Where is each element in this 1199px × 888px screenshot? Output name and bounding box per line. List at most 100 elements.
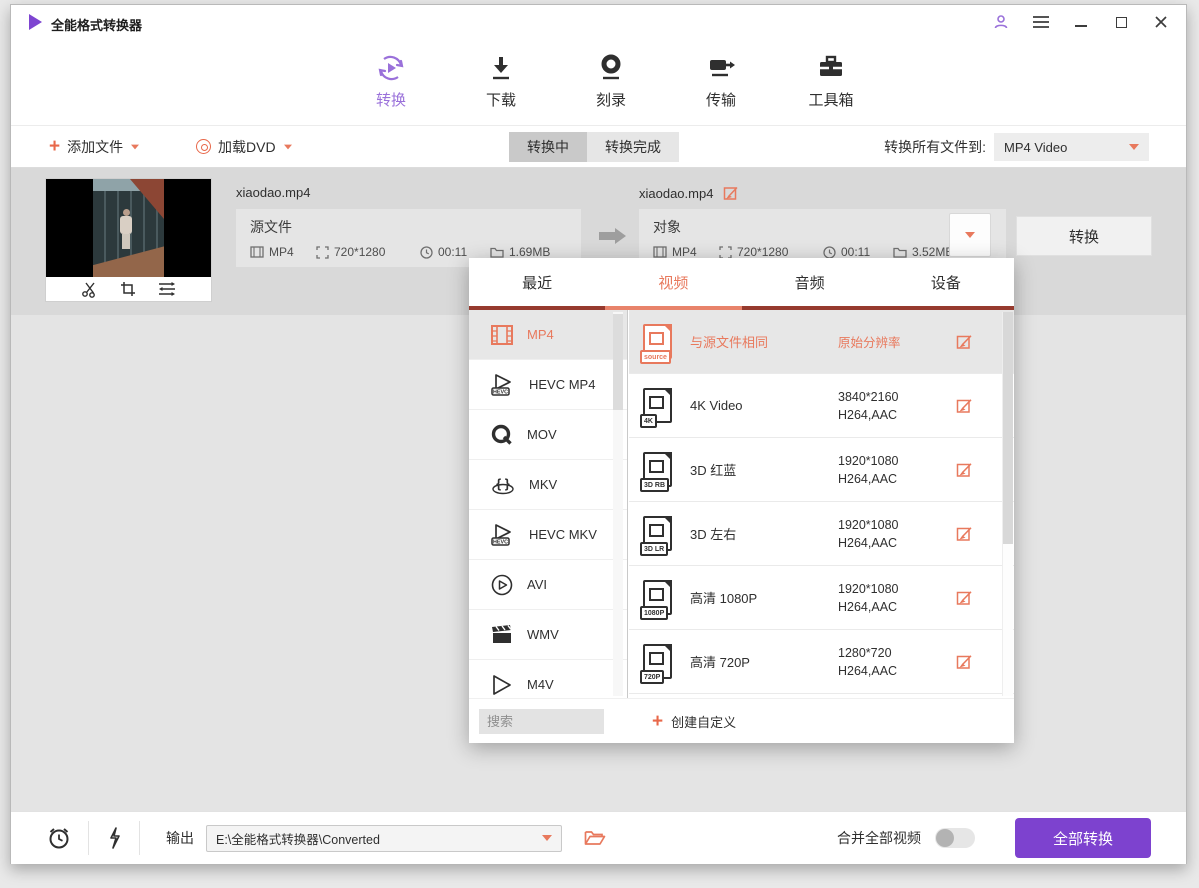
chevron-down-icon xyxy=(542,835,552,841)
format-item-wmv[interactable]: WMV xyxy=(469,610,627,660)
edit-icon[interactable] xyxy=(956,397,973,414)
source-file-name: xiaodao.mp4 xyxy=(236,185,310,200)
tab-audio[interactable]: 音频 xyxy=(742,258,878,306)
format-item-mp4[interactable]: MP4 xyxy=(469,310,627,360)
convert-icon xyxy=(375,51,407,85)
tab-convert[interactable]: 转换 xyxy=(353,51,429,125)
high-speed-icon[interactable] xyxy=(105,825,123,851)
target-file-name: xiaodao.mp4 xyxy=(639,185,739,201)
preset-row-3d-lr[interactable]: 3D LR 3D 左右 1920*1080H264,AAC xyxy=(629,502,1014,566)
video-thumbnail[interactable] xyxy=(46,179,211,301)
menu-icon[interactable] xyxy=(1030,11,1052,33)
target-duration: 00:11 xyxy=(823,245,893,259)
edit-icon[interactable] xyxy=(956,333,973,350)
edit-icon[interactable] xyxy=(956,461,973,478)
chevron-down-icon xyxy=(965,232,975,238)
edit-icon[interactable] xyxy=(956,653,973,670)
format-item-hevc-mp4[interactable]: HEVC HEVC MP4 xyxy=(469,360,627,410)
tab-burn[interactable]: 刻录 xyxy=(573,51,649,125)
dvd-icon xyxy=(196,139,211,154)
crop-icon[interactable] xyxy=(120,281,136,297)
film-icon xyxy=(250,246,264,258)
svg-text:{ }: { } xyxy=(496,476,510,491)
play-circle-icon xyxy=(490,573,514,597)
add-file-button[interactable]: + 添加文件 xyxy=(49,126,140,167)
output-format-select[interactable]: MP4 Video xyxy=(994,133,1149,161)
preset-list: source 与源文件相同 原始分辨率 4K 4K Video 3840*216… xyxy=(629,310,1014,698)
matroska-icon: { } xyxy=(490,473,516,497)
convert-all-button[interactable]: 全部转换 xyxy=(1015,818,1151,858)
maximize-button[interactable] xyxy=(1110,11,1132,33)
trim-icon[interactable] xyxy=(81,281,98,298)
convert-all-to-label: 转换所有文件到: xyxy=(884,137,986,157)
edit-icon[interactable] xyxy=(956,525,973,542)
account-icon[interactable] xyxy=(990,11,1012,33)
tab-video[interactable]: 视频 xyxy=(605,258,741,306)
clock-icon xyxy=(420,246,433,259)
app-logo-icon xyxy=(29,14,42,30)
video-preset-icon: 1080P xyxy=(643,580,672,615)
edit-icon[interactable] xyxy=(956,589,973,606)
plus-icon: + xyxy=(49,137,60,156)
minimize-button[interactable] xyxy=(1070,11,1092,33)
source-size: 1.69MB xyxy=(490,245,550,259)
tab-download[interactable]: 下载 xyxy=(463,51,539,125)
source-preset-icon: source xyxy=(643,324,672,359)
merge-toggle[interactable] xyxy=(935,828,975,848)
video-preset-icon: 3D LR xyxy=(643,516,672,551)
bottom-bar: 输出 E:\全能格式转换器\Converted 合并全部视频 全部转换 xyxy=(11,811,1186,864)
target-resolution: 720*1280 xyxy=(719,245,823,259)
output-path-select[interactable]: E:\全能格式转换器\Converted xyxy=(206,825,562,852)
film-icon xyxy=(653,246,667,258)
preset-row-720p[interactable]: 720P 高清 720P 1280*720H264,AAC xyxy=(629,630,1014,694)
format-list-scrollbar[interactable] xyxy=(613,312,623,696)
folder-icon xyxy=(490,246,504,258)
video-preset-icon: 3D RB xyxy=(643,452,672,487)
video-preset-icon: 720P xyxy=(643,644,672,679)
open-folder-icon[interactable] xyxy=(584,829,606,847)
close-button[interactable] xyxy=(1150,11,1172,33)
preset-row-3d-rb[interactable]: 3D RB 3D 红蓝 1920*1080H264,AAC xyxy=(629,438,1014,502)
convert-button[interactable]: 转换 xyxy=(1016,216,1152,256)
download-icon xyxy=(486,51,516,85)
create-custom-button[interactable]: + 创建自定义 xyxy=(652,712,736,731)
effects-icon[interactable] xyxy=(158,281,176,297)
clock-icon xyxy=(823,246,836,259)
format-dropdown-button[interactable] xyxy=(949,213,991,257)
search-input[interactable] xyxy=(479,709,604,734)
tab-transfer[interactable]: 传输 xyxy=(683,51,759,125)
popup-footer: + 创建自定义 xyxy=(469,698,1014,743)
preset-row-4k[interactable]: 4K 4K Video 3840*2160H264,AAC xyxy=(629,374,1014,438)
format-item-m4v[interactable]: M4V xyxy=(469,660,627,698)
schedule-icon[interactable] xyxy=(46,825,72,851)
hevc-play-icon: HEVC xyxy=(490,523,516,547)
toolbox-icon xyxy=(815,51,847,85)
tab-converted[interactable]: 转换完成 xyxy=(587,132,679,162)
preset-row-1080p[interactable]: 1080P 高清 1080P 1920*1080H264,AAC xyxy=(629,566,1014,630)
source-format: MP4 xyxy=(250,245,316,259)
format-item-hevc-mkv[interactable]: HEVC HEVC MKV xyxy=(469,510,627,560)
play-outline-icon xyxy=(490,673,514,697)
thumbnail-image xyxy=(46,179,211,277)
tab-converting[interactable]: 转换中 xyxy=(509,132,587,162)
hevc-play-icon: HEVC xyxy=(490,373,516,397)
video-preset-icon: 4K xyxy=(643,388,672,423)
tab-recent[interactable]: 最近 xyxy=(469,258,605,306)
load-dvd-button[interactable]: 加载DVD xyxy=(196,126,293,167)
rename-icon[interactable] xyxy=(723,185,739,201)
tab-toolbox[interactable]: 工具箱 xyxy=(793,51,869,125)
source-duration: 00:11 xyxy=(420,245,490,259)
tab-device[interactable]: 设备 xyxy=(878,258,1014,306)
format-item-mov[interactable]: MOV xyxy=(469,410,627,460)
format-item-mkv[interactable]: { } MKV xyxy=(469,460,627,510)
app-title: 全能格式转换器 xyxy=(51,15,142,34)
preset-list-scrollbar[interactable] xyxy=(1002,312,1013,696)
chevron-down-icon xyxy=(284,144,292,149)
format-item-avi[interactable]: AVI xyxy=(469,560,627,610)
format-list: MP4 HEVC HEVC MP4 MOV { } MKV HEVC HEVC … xyxy=(469,310,628,698)
svg-text:HEVC: HEVC xyxy=(493,389,508,395)
preset-row-source[interactable]: source 与源文件相同 原始分辨率 xyxy=(629,310,1014,374)
resolution-icon xyxy=(316,246,329,259)
resolution-icon xyxy=(719,246,732,259)
folder-icon xyxy=(893,246,907,258)
